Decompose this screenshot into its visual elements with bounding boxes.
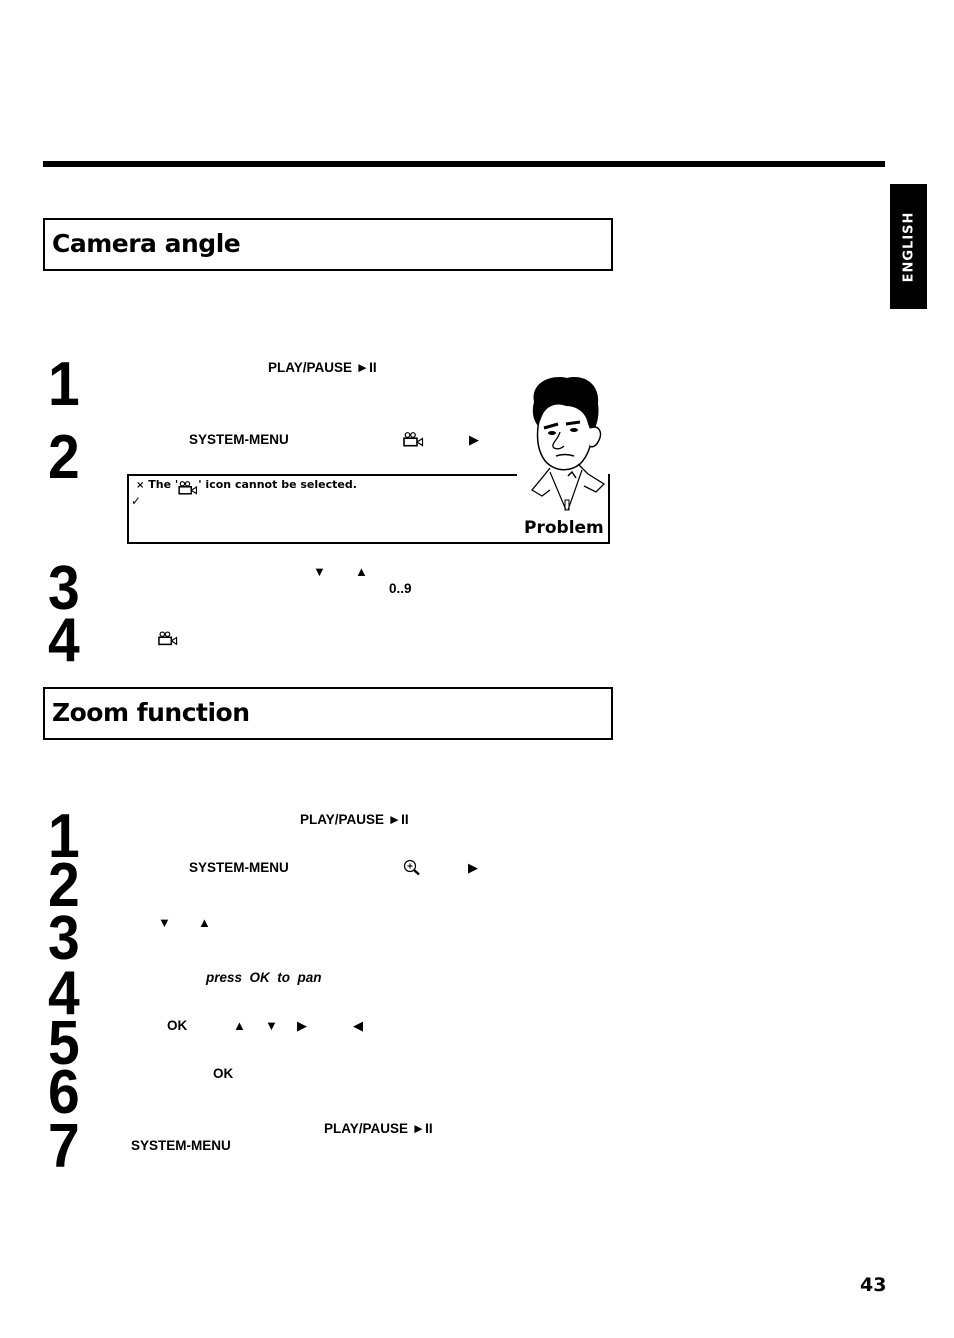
camera-angle-icon — [403, 431, 424, 449]
down-arrow-icon: ▼ — [158, 915, 171, 930]
up-arrow-icon: ▲ — [198, 915, 211, 930]
camera-angle-icon — [158, 630, 178, 648]
right-arrow-icon: ▶ — [468, 860, 478, 875]
ok-key: OK — [167, 1018, 188, 1033]
down-arrow-icon: ▼ — [313, 564, 326, 579]
down-arrow-icon: ▼ — [265, 1018, 278, 1033]
camera-step-2-system-menu-key: SYSTEM-MENU — [189, 432, 289, 447]
section-zoom-function-header: Zoom function — [43, 687, 613, 740]
press-ok-to-pan-message: press OK to pan — [206, 970, 322, 985]
problem-label: Problem — [524, 518, 604, 538]
zoom-step-2-system-menu-key: SYSTEM-MENU — [189, 860, 289, 875]
left-arrow-icon: ◀ — [353, 1018, 363, 1033]
camera-step-4-number: 4 — [48, 606, 80, 675]
problem-illustration-man — [512, 372, 616, 519]
section-camera-angle-header: Camera angle — [43, 218, 613, 271]
zoom-step-7-play-pause-key: PLAY/PAUSE ►II — [324, 1121, 433, 1136]
number-keys-label: 0..9 — [389, 581, 412, 596]
zoom-step-7-system-menu-key: SYSTEM-MENU — [131, 1138, 231, 1153]
camera-step-1-play-pause-key: PLAY/PAUSE ►II — [268, 360, 377, 375]
page-number: 43 — [860, 1274, 887, 1296]
language-tab-label: ENGLISH — [901, 211, 916, 282]
section-title-camera-angle: Camera angle — [52, 229, 241, 258]
top-rule — [43, 161, 885, 167]
camera-angle-icon — [178, 481, 198, 495]
problem-text-before: The ' — [148, 478, 179, 491]
camera-step-1-number: 1 — [48, 350, 80, 419]
up-arrow-icon: ▲ — [233, 1018, 246, 1033]
ok-key: OK — [213, 1066, 234, 1081]
right-arrow-icon: ▶ — [469, 432, 479, 447]
problem-text-after: ' icon cannot be selected. — [198, 478, 357, 491]
problem-message: × The ' ' icon cannot be selected. — [136, 478, 357, 495]
section-title-zoom-function: Zoom function — [52, 698, 250, 727]
camera-step-2-number: 2 — [48, 423, 80, 492]
right-arrow-icon: ▶ — [297, 1018, 307, 1033]
check-icon: ✓ — [131, 494, 142, 508]
zoom-step-7-number: 7 — [48, 1112, 80, 1181]
zoom-magnifier-icon — [403, 859, 421, 877]
up-arrow-icon: ▲ — [355, 564, 368, 579]
language-tab: ENGLISH — [890, 184, 927, 309]
problem-bullet: × — [136, 480, 145, 491]
zoom-step-1-play-pause-key: PLAY/PAUSE ►II — [300, 812, 409, 827]
